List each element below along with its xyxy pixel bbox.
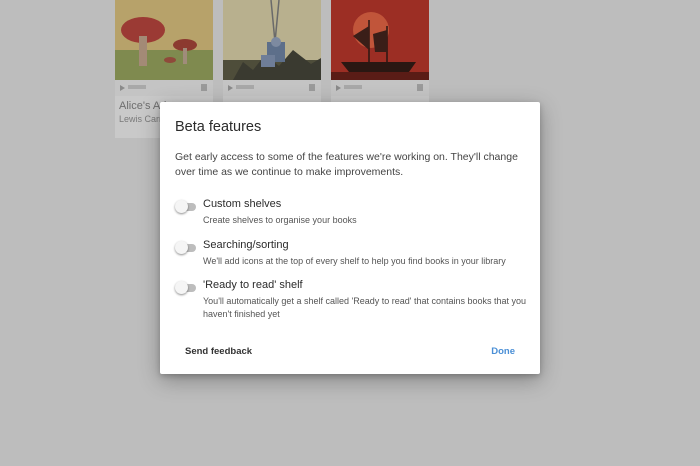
ready-to-read-toggle[interactable] xyxy=(175,281,197,295)
play-icon xyxy=(336,85,341,91)
book-meta-strip xyxy=(223,80,321,96)
bookmark-icon xyxy=(309,84,315,91)
book-card[interactable] xyxy=(115,0,213,96)
toggle-thumb xyxy=(175,241,188,254)
book-card[interactable] xyxy=(223,0,321,96)
sample-label-bar xyxy=(236,85,254,89)
bookmark-icon xyxy=(417,84,423,91)
play-icon xyxy=(228,85,233,91)
book-cover-image xyxy=(223,0,321,80)
book-meta-strip xyxy=(115,80,213,96)
beta-features-dialog: Beta features Get early access to some o… xyxy=(160,102,540,374)
toggle-thumb xyxy=(175,281,188,294)
book-cover-image xyxy=(115,0,213,80)
book-meta-strip xyxy=(331,80,429,96)
feature-description: Create shelves to organise your books xyxy=(203,215,357,225)
play-icon xyxy=(120,85,125,91)
feature-description: You'll automatically get a shelf called … xyxy=(203,296,527,319)
send-feedback-button[interactable]: Send feedback xyxy=(185,346,252,357)
book-cover-image xyxy=(331,0,429,80)
feature-label: Searching/sorting xyxy=(203,239,289,251)
custom-shelves-toggle[interactable] xyxy=(175,200,197,214)
sample-label-bar xyxy=(128,85,146,89)
searching-sorting-toggle[interactable] xyxy=(175,241,197,255)
feature-label: 'Ready to read' shelf xyxy=(203,279,303,291)
bookmark-icon xyxy=(201,84,207,91)
book-card[interactable] xyxy=(331,0,429,96)
feature-label: Custom shelves xyxy=(203,198,282,210)
dialog-title: Beta features xyxy=(175,119,262,135)
sample-label-bar xyxy=(344,85,362,89)
done-button[interactable]: Done xyxy=(491,346,515,357)
dialog-intro-text: Get early access to some of the features… xyxy=(175,151,518,178)
toggle-thumb xyxy=(175,200,188,213)
feature-description: We'll add icons at the top of every shel… xyxy=(203,256,506,266)
